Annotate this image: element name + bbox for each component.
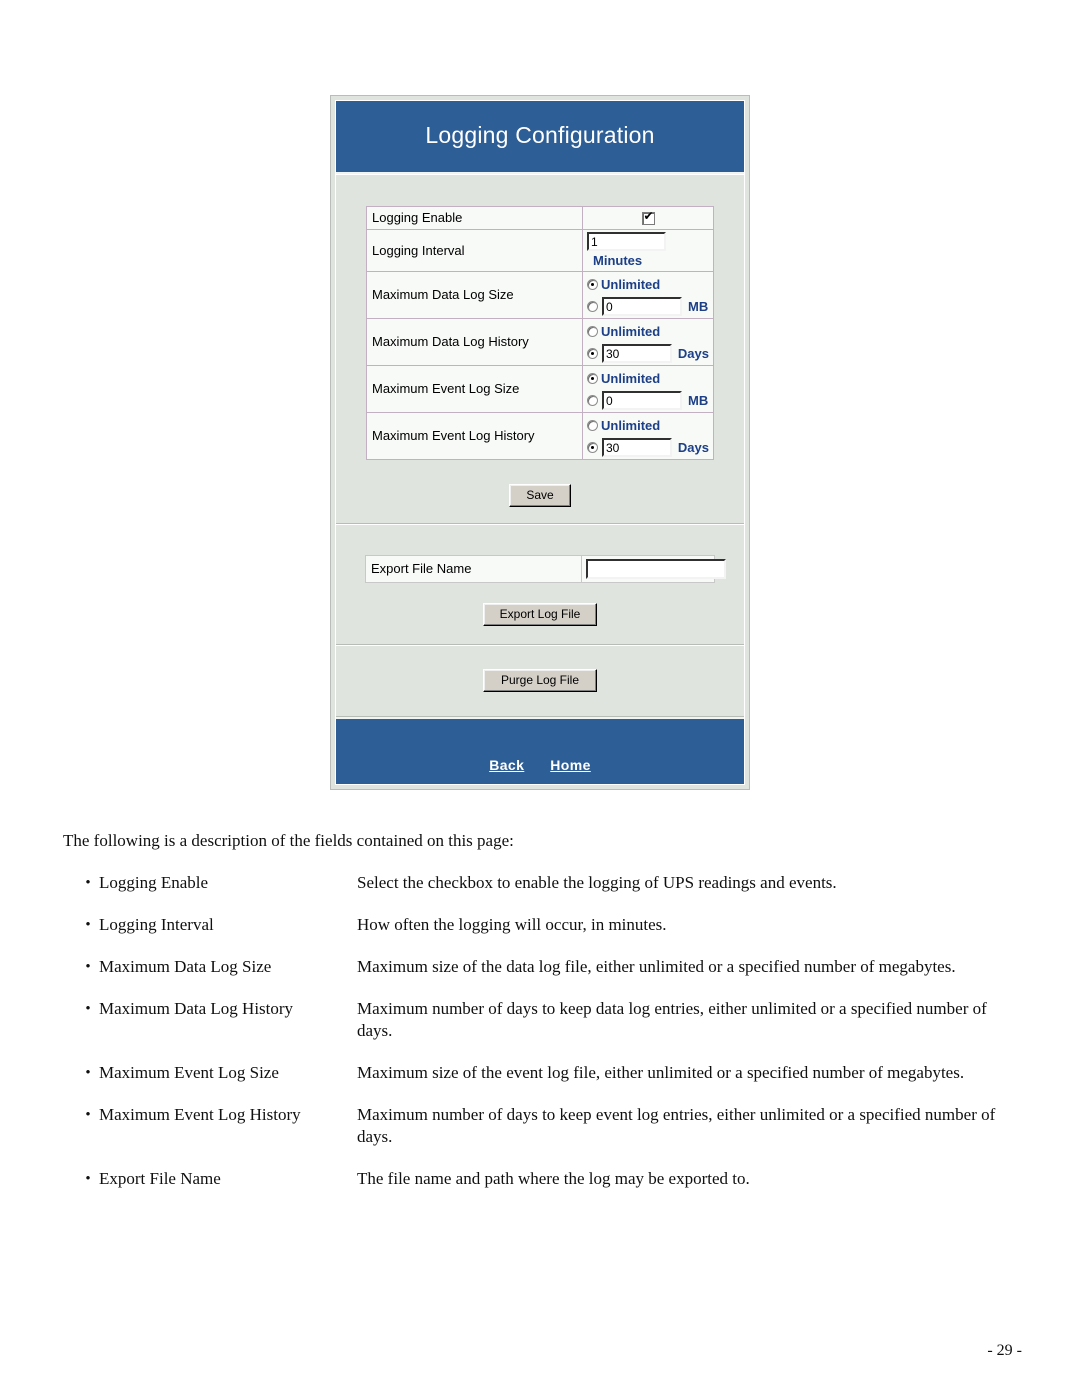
list-item: • Maximum Event Log History Maximum numb…: [63, 1104, 1023, 1148]
bullet-icon: •: [85, 917, 91, 933]
logging-interval-input[interactable]: 1: [587, 232, 666, 251]
web-ui-window: Logging Configuration Logging Enable Log…: [335, 100, 745, 785]
list-item: • Logging Interval How often the logging…: [63, 914, 1023, 936]
definition-term: Export File Name: [99, 1169, 221, 1188]
page-number: - 29 -: [987, 1342, 1022, 1359]
list-item: • Export File Name The file name and pat…: [63, 1168, 1023, 1190]
max-event-log-history-unit: Days: [677, 439, 709, 455]
definition-term: Maximum Event Log Size: [99, 1063, 279, 1082]
row-value-max-event-log-size: Unlimited 0 MB: [582, 365, 714, 413]
max-data-log-size-value-row: 0 MB: [587, 296, 709, 316]
logging-configuration-screenshot: Logging Configuration Logging Enable Log…: [330, 95, 750, 790]
table-row: Maximum Event Log Size Unlimited 0 MB: [366, 365, 714, 413]
definition-term: Maximum Data Log Size: [99, 957, 272, 976]
logging-settings-table: Logging Enable Logging Interval 1Minutes…: [366, 206, 714, 460]
row-value-logging-interval: 1Minutes: [582, 229, 714, 272]
max-event-log-history-unlimited-row: Unlimited: [587, 415, 709, 435]
settings-section: Logging Enable Logging Interval 1Minutes…: [336, 174, 744, 524]
table-row: Maximum Data Log Size Unlimited 0 MB: [366, 271, 714, 319]
max-data-log-size-unit: MB: [688, 298, 709, 314]
list-item: • Maximum Event Log Size Maximum size of…: [63, 1062, 1023, 1084]
row-value-logging-enable: [582, 206, 714, 230]
row-label-logging-interval: Logging Interval: [366, 229, 583, 272]
max-data-log-history-unlimited-label: Unlimited: [601, 323, 661, 339]
field-definitions-list: • Logging Enable Select the checkbox to …: [63, 872, 1023, 1210]
page-title: Logging Configuration: [336, 101, 744, 174]
bullet-icon: •: [85, 1001, 91, 1017]
max-event-log-size-value-radio[interactable]: [587, 394, 598, 406]
table-row: Logging Enable: [366, 206, 714, 230]
home-link[interactable]: Home: [550, 757, 591, 773]
max-data-log-history-unlimited-radio[interactable]: [587, 325, 598, 337]
definition-term: Maximum Data Log History: [99, 999, 294, 1018]
max-data-log-history-value-row: 30 Days: [587, 343, 709, 363]
purge-log-file-button[interactable]: Purge Log File: [483, 669, 597, 692]
export-section: Export File Name Export Log File: [336, 524, 744, 645]
max-event-log-size-unit: MB: [688, 392, 709, 408]
row-label-max-event-log-history: Maximum Event Log History: [366, 412, 583, 460]
definition-term: Logging Interval: [99, 915, 214, 934]
list-item: • Maximum Data Log History Maximum numbe…: [63, 998, 1023, 1042]
export-file-name-input[interactable]: [586, 559, 726, 579]
row-label-export-file-name: Export File Name: [365, 555, 582, 583]
max-data-log-size-unlimited-radio[interactable]: [587, 278, 598, 290]
max-event-log-history-value-row: 30 Days: [587, 437, 709, 457]
row-label-max-event-log-size: Maximum Event Log Size: [366, 365, 583, 413]
row-label-max-data-log-history: Maximum Data Log History: [366, 318, 583, 366]
max-event-log-size-unlimited-label: Unlimited: [601, 370, 661, 386]
footer-navigation: Back Home: [336, 717, 744, 784]
bullet-icon: •: [85, 1065, 91, 1081]
table-row: Maximum Event Log History Unlimited 30 D…: [366, 412, 714, 460]
max-data-log-size-value-radio[interactable]: [587, 300, 598, 312]
definition-description: Select the checkbox to enable the loggin…: [357, 873, 837, 892]
max-event-log-size-value-row: 0 MB: [587, 390, 709, 410]
max-event-log-size-unlimited-radio[interactable]: [587, 372, 598, 384]
max-event-log-size-unlimited-row: Unlimited: [587, 368, 709, 388]
max-event-log-size-input[interactable]: 0: [602, 390, 682, 410]
list-item: • Maximum Data Log Size Maximum size of …: [63, 956, 1023, 978]
definition-description: How often the logging will occur, in min…: [357, 915, 667, 934]
max-data-log-size-input[interactable]: 0: [602, 296, 682, 316]
bullet-icon: •: [85, 1107, 91, 1123]
definition-description: Maximum size of the data log file, eithe…: [357, 957, 956, 976]
max-data-log-history-input[interactable]: 30: [602, 343, 672, 363]
intro-paragraph: The following is a description of the fi…: [63, 831, 514, 850]
max-event-log-history-unlimited-radio[interactable]: [587, 419, 598, 431]
max-event-log-history-input[interactable]: 30: [602, 437, 672, 457]
definition-term: Maximum Event Log History: [99, 1105, 301, 1124]
export-file-name-table: Export File Name: [365, 555, 726, 583]
max-data-log-history-unlimited-row: Unlimited: [587, 321, 709, 341]
max-data-log-size-unlimited-label: Unlimited: [601, 276, 661, 292]
logging-enable-checkbox[interactable]: [641, 210, 655, 225]
definition-description: The file name and path where the log may…: [357, 1169, 750, 1188]
purge-section: Purge Log File: [336, 645, 744, 717]
max-event-log-history-unlimited-label: Unlimited: [601, 417, 661, 433]
logging-interval-unit: Minutes: [593, 252, 643, 268]
row-label-logging-enable: Logging Enable: [366, 206, 583, 230]
max-data-log-history-value-radio[interactable]: [587, 347, 598, 359]
bullet-icon: •: [85, 1171, 91, 1187]
row-value-max-data-log-history: Unlimited 30 Days: [582, 318, 714, 366]
definition-term: Logging Enable: [99, 873, 209, 892]
table-row: Maximum Data Log History Unlimited 30 Da…: [366, 318, 714, 366]
export-log-file-button[interactable]: Export Log File: [483, 603, 597, 626]
max-data-log-history-unit: Days: [677, 345, 709, 361]
max-event-log-history-value-radio[interactable]: [587, 441, 598, 453]
bullet-icon: •: [85, 875, 91, 891]
definition-description: Maximum number of days to keep event log…: [357, 1105, 996, 1146]
save-button[interactable]: Save: [509, 484, 571, 507]
definition-description: Maximum size of the event log file, eith…: [357, 1063, 965, 1082]
table-row: Logging Interval 1Minutes: [366, 229, 714, 272]
definition-description: Maximum number of days to keep data log …: [357, 999, 987, 1040]
row-value-max-data-log-size: Unlimited 0 MB: [582, 271, 714, 319]
list-item: • Logging Enable Select the checkbox to …: [63, 872, 1023, 894]
bullet-icon: •: [85, 959, 91, 975]
max-data-log-size-unlimited-row: Unlimited: [587, 274, 709, 294]
row-value-max-event-log-history: Unlimited 30 Days: [582, 412, 714, 460]
back-link[interactable]: Back: [489, 757, 524, 773]
row-label-max-data-log-size: Maximum Data Log Size: [366, 271, 583, 319]
row-value-export-file-name: [581, 555, 726, 583]
table-row: Export File Name: [365, 555, 726, 583]
